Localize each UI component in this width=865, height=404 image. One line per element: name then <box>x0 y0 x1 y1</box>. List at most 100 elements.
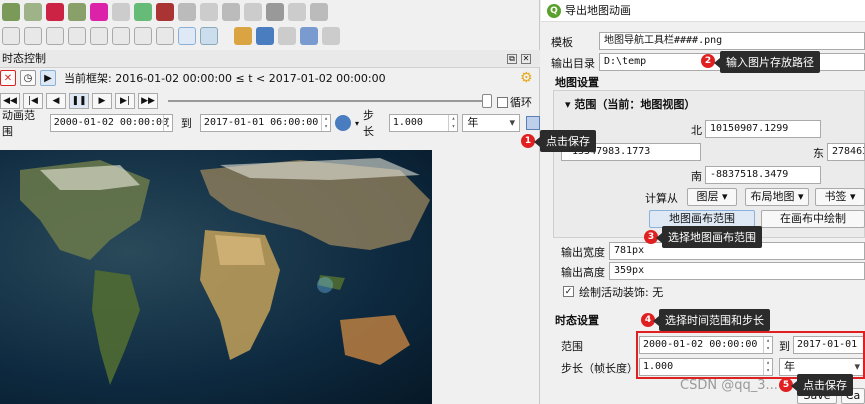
refresh-icon[interactable] <box>200 27 218 45</box>
callout-save-text: 点击保存 <box>546 135 590 148</box>
template-input[interactable]: 地图导航工具栏####.png <box>599 32 865 50</box>
toolbar-icon-11[interactable] <box>222 3 240 21</box>
temporal-controller-icon[interactable] <box>178 27 196 45</box>
step-field[interactable]: 1.000 ▴ ▾ <box>388 114 459 132</box>
map-canvas[interactable] <box>0 150 432 404</box>
bookmark-icon[interactable] <box>156 27 174 45</box>
skip-forward-icon[interactable]: ▶| <box>115 93 135 109</box>
callout-final-save: 点击保存 <box>791 374 853 396</box>
toolbar-icon-4[interactable] <box>68 3 86 21</box>
collapse-arrow-icon: ▾ <box>565 98 575 111</box>
zoom-last-icon[interactable] <box>112 27 130 45</box>
loop-checkbox[interactable] <box>497 96 508 108</box>
toolbar-icon-6[interactable] <box>112 3 130 21</box>
callout-number-1: 1 <box>521 134 535 148</box>
frame-row: ✕ ◷ ▶ 当前框架: 2016-01-02 00:00:00 ≤ t < 20… <box>0 68 386 88</box>
output-dir-label: 输出目录 <box>551 57 595 70</box>
zoom-out-icon[interactable] <box>46 27 64 45</box>
toolbar-icon-3[interactable] <box>46 3 64 21</box>
toolbar-icon-8[interactable] <box>156 3 174 21</box>
zoom-full-icon[interactable] <box>68 27 86 45</box>
range-label: 动画范围 <box>2 109 35 138</box>
toolbar-icon-13[interactable] <box>266 3 284 21</box>
toolbar-icon-12[interactable] <box>244 3 262 21</box>
toolbar-row-1 <box>0 0 328 24</box>
south-input[interactable]: -8837518.3479 <box>705 166 821 184</box>
toolbar-icon-15[interactable] <box>310 3 328 21</box>
callout-output-path: 输入图片存放路径 <box>714 51 820 73</box>
animated-mode-icon[interactable]: ▶ <box>40 70 56 86</box>
step-label: 步长 <box>362 109 374 138</box>
dialog-title-bar: Q 导出地图动画 <box>541 0 865 22</box>
settings-gear-icon[interactable]: ⚙ <box>520 70 533 86</box>
csdn-watermark: CSDN @qq_3... <box>680 378 778 393</box>
pan-icon[interactable] <box>2 27 20 45</box>
north-input[interactable]: 10150907.1299 <box>705 120 821 138</box>
output-height-input[interactable]: 359px <box>609 262 865 280</box>
loop-toggle[interactable]: 循环 <box>497 94 532 110</box>
callout-time-range-text: 选择时间范围和步长 <box>665 314 764 327</box>
toolbar-icon-14[interactable] <box>288 3 306 21</box>
south-label: 南 <box>691 170 702 183</box>
toolbar-icon-10[interactable] <box>200 3 218 21</box>
step-value: 1.000 <box>392 117 423 128</box>
edit-icon[interactable] <box>300 27 318 45</box>
extent-group-title[interactable]: ▾ 范围（当前：地图视图） <box>565 96 695 112</box>
timeline-slider-handle[interactable] <box>482 94 492 108</box>
toolbar-row-2 <box>0 24 340 48</box>
dropdown-arrow-icon[interactable]: ▾ <box>355 119 359 128</box>
map-settings-title: 地图设置 <box>555 76 599 89</box>
float-panel-icon[interactable]: ⧉ <box>507 54 517 64</box>
toolbar-icon-1[interactable] <box>2 3 20 21</box>
toolbar-icon-2[interactable] <box>24 3 42 21</box>
qgis-main-window: 时态控制 ⧉ ✕ ✕ ◷ ▶ 当前框架: 2016-01-02 00:00:00… <box>0 0 540 404</box>
world-map-image <box>20 158 430 385</box>
range-start-field[interactable]: 2000-01-02 00:00:00 ▴ ▾ <box>49 114 173 132</box>
layout-map-button[interactable]: 布局地图 ▾ <box>745 188 809 206</box>
temporal-range-label: 范围 <box>561 340 583 353</box>
current-frame-label: 当前框架: 2016-01-02 00:00:00 ≤ t < 2017-01-… <box>64 72 386 85</box>
range-end-field[interactable]: 2017-01-01 06:00:00 ▴ ▾ <box>199 114 332 132</box>
callout-canvas-extent: 选择地图画布范围 <box>656 226 762 248</box>
toolbar-icon-9[interactable] <box>178 3 196 21</box>
zoom-next-icon[interactable] <box>134 27 152 45</box>
callout-canvas-extent-text: 选择地图画布范围 <box>668 231 756 244</box>
bookmark-button[interactable]: 书签 ▾ <box>815 188 865 206</box>
play-icon[interactable]: ▶ <box>92 93 112 109</box>
layer-add-icon[interactable] <box>256 27 274 45</box>
extent-title-text: 范围（当前：地图视图） <box>574 98 696 111</box>
grid-icon[interactable] <box>322 27 340 45</box>
east-input[interactable]: 2784635 <box>827 143 865 161</box>
output-dir-value: D:\temp <box>604 56 647 67</box>
range-end-value: 2017-01-01 06:00:00 <box>203 117 319 128</box>
zoom-layer-icon[interactable] <box>90 27 108 45</box>
draw-on-canvas-button[interactable]: 在画布中绘制 <box>761 210 865 228</box>
layout-map-button-label: 布局地图 <box>750 190 795 203</box>
draw-on-canvas-label: 在画布中绘制 <box>780 212 846 225</box>
range-to-label: 到 <box>180 117 192 130</box>
close-panel-icon[interactable]: ✕ <box>521 54 531 64</box>
disable-temporal-icon[interactable]: ✕ <box>0 70 16 86</box>
play-backward-icon[interactable]: ◀ <box>46 93 66 109</box>
draw-decorations-label: 绘制活动装饰: 无 <box>579 286 664 299</box>
draw-decorations-checkbox[interactable]: ✓ <box>563 286 574 297</box>
toolbar-icon-7[interactable] <box>134 3 152 21</box>
save-animation-icon[interactable] <box>526 116 540 130</box>
zoom-in-icon[interactable] <box>24 27 42 45</box>
panel-title-buttons: ⧉ ✕ <box>507 50 531 64</box>
layer-icon[interactable] <box>234 27 252 45</box>
step-unit-select[interactable]: 年 <box>462 114 521 132</box>
fixed-range-icon[interactable]: ◷ <box>20 70 36 86</box>
layer-button-label: 图层 <box>696 190 719 203</box>
loop-label: 循环 <box>510 96 532 109</box>
east-value: 2784635 <box>832 146 864 157</box>
sync-range-icon[interactable] <box>335 115 351 131</box>
layer-button[interactable]: 图层 ▾ <box>687 188 737 206</box>
pause-icon[interactable]: ❚❚ <box>69 93 89 109</box>
callout-output-path-text: 输入图片存放路径 <box>726 56 814 69</box>
fast-forward-icon[interactable]: ▶▶ <box>138 93 158 109</box>
timeline-slider-track[interactable] <box>168 100 490 102</box>
template-value: 地图导航工具栏####.png <box>604 35 723 46</box>
toolbar-icon-5[interactable] <box>90 3 108 21</box>
digitize-icon[interactable] <box>278 27 296 45</box>
